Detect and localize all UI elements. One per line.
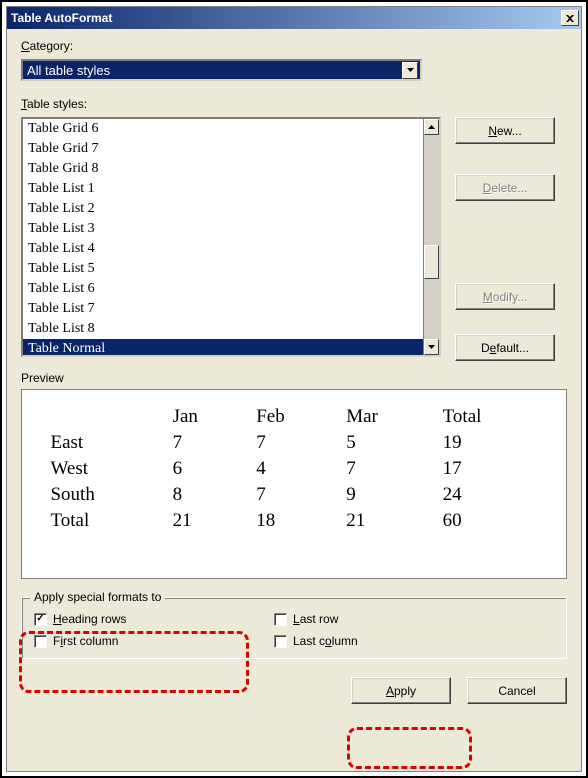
- list-item[interactable]: Table List 8: [23, 319, 423, 339]
- dialog-body: Category: All table styles Table styles:…: [7, 29, 581, 771]
- table-cell: 7: [165, 430, 249, 456]
- delete-button: Delete...: [455, 174, 555, 201]
- table-cell: 19: [435, 430, 546, 456]
- preview-label: Preview: [21, 371, 567, 385]
- new-button[interactable]: New...: [455, 117, 555, 144]
- table-cell: 60: [435, 508, 546, 534]
- table-cell: 21: [165, 508, 249, 534]
- table-cell: Total: [42, 508, 164, 534]
- table-row: Total21182160: [42, 508, 545, 534]
- table-cell: 8: [165, 482, 249, 508]
- table-cell: 5: [338, 430, 434, 456]
- table-cell: 7: [248, 482, 338, 508]
- table-cell: East: [42, 430, 164, 456]
- special-formats-group: Apply special formats to Heading rows La…: [21, 597, 567, 659]
- table-row: East77519: [42, 430, 545, 456]
- checkbox-icon: [274, 635, 287, 648]
- table-row: West64717: [42, 456, 545, 482]
- last-column-checkbox[interactable]: Last column: [274, 634, 474, 648]
- last-row-checkbox[interactable]: Last row: [274, 612, 474, 626]
- title-bar: Table AutoFormat: [7, 7, 581, 29]
- table-cell: 4: [248, 456, 338, 482]
- table-cell: 6: [165, 456, 249, 482]
- table-cell: 7: [338, 456, 434, 482]
- list-item[interactable]: Table List 1: [23, 179, 423, 199]
- apply-button[interactable]: Apply: [351, 677, 451, 704]
- table-cell: 21: [338, 508, 434, 534]
- list-item[interactable]: Table List 6: [23, 279, 423, 299]
- preview-box: JanFebMarTotal East77519West64717South87…: [21, 389, 567, 579]
- scrollbar[interactable]: [423, 119, 439, 355]
- list-item[interactable]: Table List 7: [23, 299, 423, 319]
- scroll-up-button[interactable]: [424, 119, 439, 135]
- dialog-window: Table AutoFormat Category: All table sty…: [6, 6, 582, 772]
- table-header-cell: Total: [435, 404, 546, 430]
- preview-table: JanFebMarTotal East77519West64717South87…: [42, 404, 545, 534]
- list-item[interactable]: Table Grid 6: [23, 119, 423, 139]
- checkbox-icon: [34, 635, 47, 648]
- list-item[interactable]: Table List 4: [23, 239, 423, 259]
- category-select[interactable]: All table styles: [21, 59, 422, 81]
- close-button[interactable]: [561, 10, 579, 26]
- scroll-track[interactable]: [424, 135, 439, 339]
- table-cell: 9: [338, 482, 434, 508]
- button-column: New... Delete... Modify... Default...: [455, 117, 555, 361]
- checkbox-icon: [274, 613, 287, 626]
- scroll-thumb[interactable]: [424, 245, 439, 279]
- close-icon: [566, 15, 574, 22]
- list-item[interactable]: Table List 5: [23, 259, 423, 279]
- list-item[interactable]: Table Normal: [23, 339, 423, 357]
- modify-button: Modify...: [455, 283, 555, 310]
- checkbox-icon: [34, 613, 47, 626]
- table-header-cell: Jan: [165, 404, 249, 430]
- bottom-button-row: Apply Cancel: [21, 663, 567, 704]
- table-styles-label: Table styles:: [21, 97, 567, 111]
- table-header-cell: Mar: [338, 404, 434, 430]
- table-header-cell: [42, 404, 164, 430]
- scroll-down-button[interactable]: [424, 339, 439, 355]
- cancel-button[interactable]: Cancel: [467, 677, 567, 704]
- heading-rows-checkbox[interactable]: Heading rows: [34, 612, 234, 626]
- table-styles-listbox[interactable]: Table Grid 6Table Grid 7Table Grid 8Tabl…: [21, 117, 441, 357]
- table-cell: 18: [248, 508, 338, 534]
- list-item[interactable]: Table Grid 8: [23, 159, 423, 179]
- table-cell: 24: [435, 482, 546, 508]
- table-cell: South: [42, 482, 164, 508]
- category-label: Category:: [21, 39, 567, 53]
- list-item[interactable]: Table List 3: [23, 219, 423, 239]
- list-item[interactable]: Table Grid 7: [23, 139, 423, 159]
- table-row: South87924: [42, 482, 545, 508]
- window-title: Table AutoFormat: [11, 11, 561, 25]
- group-legend: Apply special formats to: [30, 590, 165, 604]
- default-button[interactable]: Default...: [455, 334, 555, 361]
- dropdown-arrow-icon[interactable]: [402, 62, 418, 79]
- table-cell: 7: [248, 430, 338, 456]
- table-header-cell: Feb: [248, 404, 338, 430]
- list-item[interactable]: Table List 2: [23, 199, 423, 219]
- table-cell: West: [42, 456, 164, 482]
- table-cell: 17: [435, 456, 546, 482]
- first-column-checkbox[interactable]: First column: [34, 634, 234, 648]
- category-selected-value: All table styles: [25, 63, 402, 78]
